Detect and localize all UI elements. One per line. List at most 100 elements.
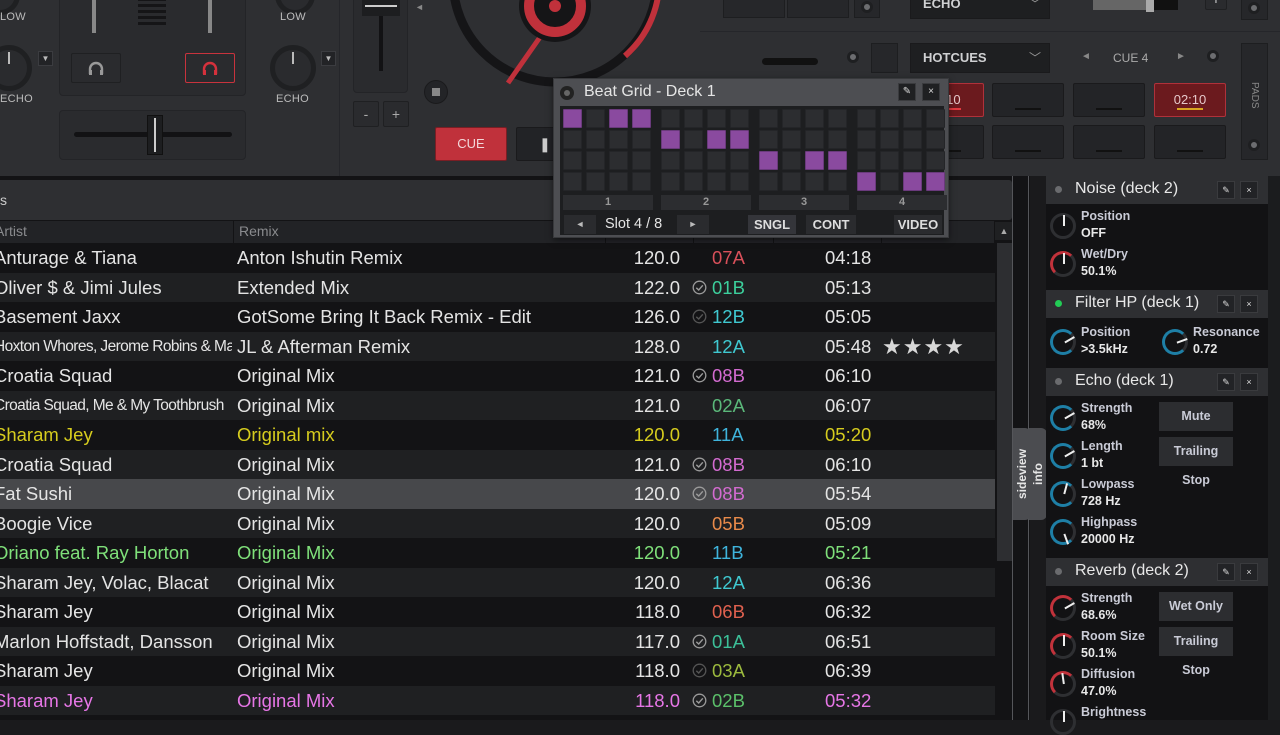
effect-param-knob[interactable] <box>1050 595 1076 621</box>
beat-grid-cell[interactable] <box>730 130 749 149</box>
beat-grid-cell[interactable] <box>632 172 651 191</box>
beat-grid-cell[interactable] <box>828 151 847 170</box>
effect-param-knob[interactable] <box>1050 213 1076 239</box>
beat-grid-cell[interactable] <box>759 130 778 149</box>
beat-grid-cell[interactable] <box>563 172 582 191</box>
beat-grid-cell[interactable] <box>903 172 922 191</box>
pin-button[interactable]: ✎ <box>1217 295 1235 313</box>
fx-param-slider[interactable] <box>1093 0 1178 12</box>
scrollbar[interactable] <box>997 243 1012 561</box>
beat-grid-cell[interactable] <box>926 109 945 128</box>
close-button[interactable]: × <box>1240 563 1258 581</box>
channel-fader-right[interactable] <box>208 0 212 33</box>
effect-option-button[interactable]: Trailing Stop <box>1159 627 1233 677</box>
cont-button[interactable]: CONT <box>806 215 856 234</box>
beat-grid-cell[interactable] <box>926 172 945 191</box>
channel-fader-left[interactable] <box>92 0 96 33</box>
beat-grid-cell[interactable] <box>632 130 651 149</box>
effect-param-knob[interactable] <box>1050 405 1076 431</box>
track-row[interactable]: Croatia Squad Original Mix 121.0 08B 06:10 <box>0 361 995 391</box>
beat-grid-cell[interactable] <box>903 109 922 128</box>
fx-select-dropdown[interactable]: ECHO ﹀ <box>910 0 1050 19</box>
echo-dropdown-left[interactable]: ▼ <box>38 51 53 66</box>
pitch-plus-button[interactable]: + <box>383 101 409 127</box>
beat-grid-cell[interactable] <box>684 109 703 128</box>
effect-param-knob[interactable] <box>1050 251 1076 277</box>
beat-grid-cell[interactable] <box>661 109 680 128</box>
close-button[interactable]: × <box>1240 181 1258 199</box>
plus-button[interactable]: + <box>1205 0 1227 10</box>
beat-grid-cell[interactable] <box>880 109 899 128</box>
hotcue-pad-4[interactable]: 02:10 <box>1154 83 1226 117</box>
hotcue-pad-6[interactable] <box>992 125 1064 159</box>
beat-grid-cell[interactable] <box>563 151 582 170</box>
pin-button[interactable]: ✎ <box>898 83 916 101</box>
beat-grid-cell[interactable] <box>632 151 651 170</box>
beat-grid-cell[interactable] <box>903 130 922 149</box>
beat-grid-cell[interactable] <box>805 130 824 149</box>
cue-button[interactable]: CUE <box>435 127 507 161</box>
beat-grid-cell[interactable] <box>926 130 945 149</box>
beat-grid-cell[interactable] <box>759 109 778 128</box>
hotcue-pad-7[interactable] <box>1073 125 1145 159</box>
effect-param-knob[interactable] <box>1050 519 1076 545</box>
toggle-dot[interactable] <box>1207 50 1219 62</box>
track-row[interactable]: Croatia Squad Original Mix 121.0 08B 06:10 <box>0 449 995 479</box>
track-row[interactable]: Sharam Jey Original Mix 118.0 02B 05:32 <box>0 685 995 715</box>
effect-active-led[interactable] <box>1055 378 1062 385</box>
beat-grid-cell[interactable] <box>609 172 628 191</box>
beat-grid-cell[interactable] <box>857 109 876 128</box>
pitch-fader-handle[interactable] <box>362 0 400 16</box>
fx-param-slider-handle[interactable] <box>1146 0 1154 12</box>
deck-button[interactable] <box>723 0 785 18</box>
effect-active-led[interactable] <box>1055 300 1062 307</box>
effect-param-knob[interactable] <box>1050 329 1076 355</box>
hotcue-pad-3[interactable] <box>1073 83 1145 117</box>
pin-button[interactable]: ✎ <box>1217 181 1235 199</box>
beat-grid-cell[interactable] <box>759 172 778 191</box>
beat-grid-cell[interactable] <box>661 172 680 191</box>
beat-grid-cell[interactable] <box>707 109 726 128</box>
beat-grid-cell[interactable] <box>828 109 847 128</box>
beat-group-label[interactable]: 3 <box>759 195 849 210</box>
cue-page-prev-icon[interactable]: ◄ <box>1081 51 1091 62</box>
beat-grid-cell[interactable] <box>684 130 703 149</box>
beat-grid-cell[interactable] <box>684 151 703 170</box>
track-row[interactable]: Anturage & Tiana Anton Ishutin Remix 120.0… <box>0 243 995 273</box>
slot-prev-button[interactable]: ◄ <box>564 215 596 234</box>
beat-grid-cell[interactable] <box>707 130 726 149</box>
beat-grid-cell[interactable] <box>805 172 824 191</box>
beat-grid-cell[interactable] <box>730 151 749 170</box>
beat-group-label[interactable]: 4 <box>857 195 947 210</box>
beat-grid-cell[interactable] <box>857 151 876 170</box>
fx-toggle-button[interactable] <box>854 0 880 18</box>
deck-left-arrow-icon[interactable]: ◄ <box>415 2 424 12</box>
beat-grid-cell[interactable] <box>857 172 876 191</box>
beat-grid-cell[interactable] <box>661 130 680 149</box>
beat-grid-cell[interactable] <box>609 109 628 128</box>
track-row[interactable]: Marlon Hoffstadt, Dansson Original Mix 117… <box>0 626 995 656</box>
beat-grid-cell[interactable] <box>563 130 582 149</box>
beat-grid-cell[interactable] <box>805 151 824 170</box>
slot-next-button[interactable]: ► <box>677 215 709 234</box>
deck-button[interactable] <box>871 43 898 73</box>
deck-button[interactable] <box>787 0 849 18</box>
beat-grid-cell[interactable] <box>586 109 605 128</box>
beat-grid-cell[interactable] <box>632 109 651 128</box>
beat-grid-cell[interactable] <box>609 130 628 149</box>
pitch-minus-button[interactable]: - <box>353 101 379 127</box>
effect-option-button[interactable]: Trailing Stop <box>1159 437 1233 487</box>
track-row[interactable]: Hoxton Whores, Jerome Robins & Ma... JL &… <box>0 331 995 361</box>
headphone-cue-right-button[interactable] <box>185 53 235 83</box>
effect-param-knob[interactable] <box>1050 481 1076 507</box>
beat-grid-cell[interactable] <box>707 151 726 170</box>
effect-param-knob[interactable] <box>1162 329 1188 355</box>
track-row[interactable]: Boogie Vice Original Mix 120.0 05B 05:09 <box>0 508 995 538</box>
close-button[interactable]: × <box>922 83 940 101</box>
stop-button[interactable] <box>424 80 448 104</box>
beat-grid-cell[interactable] <box>880 130 899 149</box>
beat-grid-cell[interactable] <box>609 151 628 170</box>
echo-dropdown-right[interactable]: ▼ <box>321 51 336 66</box>
effect-param-knob[interactable] <box>1050 443 1076 469</box>
effect-active-led[interactable] <box>1055 186 1062 193</box>
